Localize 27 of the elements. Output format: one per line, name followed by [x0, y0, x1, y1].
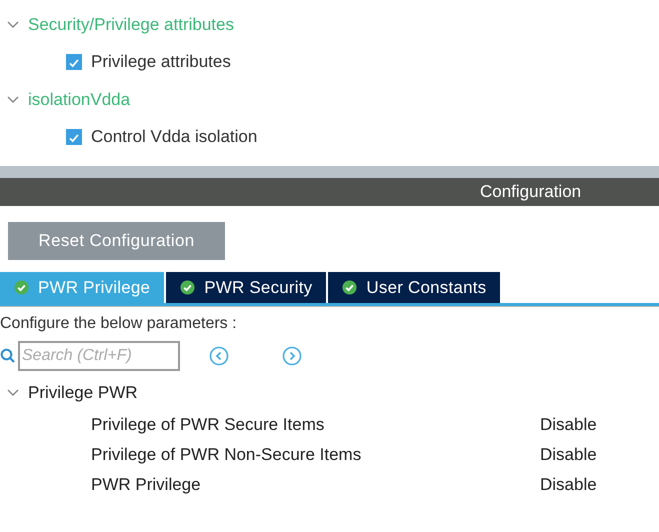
parameter-name: PWR Privilege — [90, 475, 202, 495]
check-circle-icon — [342, 280, 358, 295]
previous-icon[interactable] — [209, 346, 229, 366]
checkbox[interactable] — [66, 54, 82, 70]
next-icon[interactable] — [282, 346, 302, 366]
tab[interactable]: User Constants — [328, 272, 500, 303]
search-icon — [0, 348, 16, 364]
tree-node-label: isolationVdda — [28, 90, 130, 110]
checkbox-label: Control Vdda isolation — [91, 127, 258, 148]
panel-title: Configuration — [480, 182, 582, 202]
checkbox-label: Privilege attributes — [91, 52, 231, 72]
parameter-value: Disable — [540, 415, 597, 435]
parameter-value: Disable — [540, 475, 597, 495]
instructions-text: Configure the below parameters : — [0, 314, 238, 334]
chevron-icon[interactable] — [6, 388, 20, 398]
search-field[interactable]: Search (Ctrl+F) — [18, 341, 180, 371]
tab[interactable]: PWR Security — [166, 272, 326, 303]
parameter-name: Privilege of PWR Secure Items — [90, 415, 326, 435]
tree-node-label: Security/Privilege attributes — [28, 14, 234, 35]
parameter-value: Disable — [540, 445, 597, 465]
group-label: Privilege PWR — [28, 383, 138, 403]
parameter-name: Privilege of PWR Non-Secure Items — [90, 445, 362, 465]
check-circle-icon — [180, 280, 196, 295]
chevron-icon[interactable] — [6, 20, 20, 30]
checkbox[interactable] — [66, 129, 82, 146]
check-circle-icon — [14, 280, 29, 295]
chevron-icon[interactable] — [6, 94, 20, 105]
